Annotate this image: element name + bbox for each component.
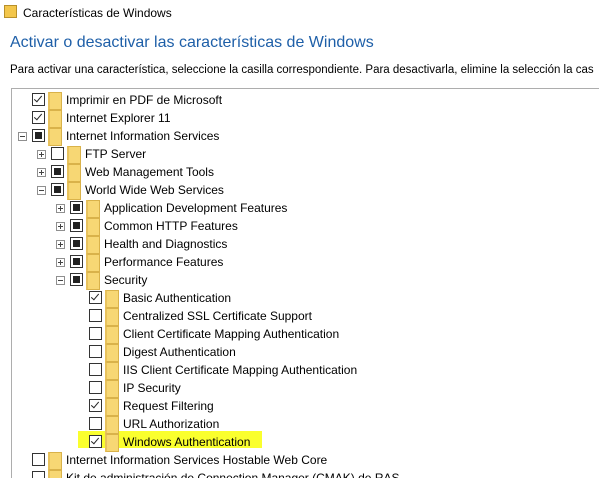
tree-item-label: Windows Authentication bbox=[123, 435, 251, 449]
tree-item[interactable]: FTP Server bbox=[12, 145, 599, 164]
expand-icon[interactable] bbox=[56, 222, 65, 231]
tree-item-label: Internet Explorer 11 bbox=[66, 111, 171, 125]
page-heading: Activar o desactivar las características… bbox=[10, 34, 374, 51]
tree-item-label: Web Management Tools bbox=[85, 165, 214, 179]
feature-checkbox[interactable] bbox=[51, 147, 64, 160]
folder-icon bbox=[86, 218, 100, 236]
features-tree[interactable]: Imprimir en PDF de Microsoft Internet Exp… bbox=[11, 88, 599, 478]
tree-item[interactable]: Internet Explorer 11 bbox=[12, 109, 599, 128]
feature-checkbox[interactable] bbox=[89, 381, 102, 394]
tree-item[interactable]: Client Certificate Mapping Authenticatio… bbox=[12, 325, 599, 344]
feature-checkbox[interactable] bbox=[70, 201, 83, 214]
folder-icon bbox=[67, 164, 81, 182]
tree-item-label: Security bbox=[104, 273, 148, 287]
folder-icon bbox=[105, 344, 119, 362]
folder-icon bbox=[105, 380, 119, 398]
expand-icon[interactable] bbox=[56, 204, 65, 213]
tree-item-label: IIS Client Certificate Mapping Authentic… bbox=[123, 363, 358, 377]
feature-checkbox[interactable] bbox=[70, 219, 83, 232]
feature-checkbox[interactable] bbox=[70, 237, 83, 250]
folder-icon bbox=[48, 110, 62, 128]
tree-item-label: Centralized SSL Certificate Support bbox=[123, 309, 312, 323]
tree-item-label: Health and Diagnostics bbox=[104, 237, 228, 251]
feature-checkbox[interactable] bbox=[70, 273, 83, 286]
tree-item[interactable]: Internet Information Services bbox=[12, 127, 599, 146]
tree-item[interactable]: IP Security bbox=[12, 379, 599, 398]
tree-item-label: Basic Authentication bbox=[123, 291, 232, 305]
tree-item[interactable]: Internet Information Services Hostable W… bbox=[12, 451, 599, 470]
tree-item[interactable]: Web Management Tools bbox=[12, 163, 599, 182]
folder-icon bbox=[48, 452, 62, 470]
tree-item-label: Performance Features bbox=[104, 255, 224, 269]
tree-item-label: FTP Server bbox=[85, 147, 147, 161]
tree-item[interactable]: World Wide Web Services bbox=[12, 181, 599, 200]
feature-checkbox[interactable] bbox=[89, 327, 102, 340]
feature-checkbox[interactable] bbox=[89, 345, 102, 358]
collapse-icon[interactable] bbox=[37, 186, 46, 195]
expand-icon[interactable] bbox=[56, 240, 65, 249]
feature-checkbox[interactable] bbox=[51, 183, 64, 196]
tree-item[interactable]: Common HTTP Features bbox=[12, 217, 599, 236]
expand-icon[interactable] bbox=[56, 258, 65, 267]
feature-checkbox[interactable] bbox=[32, 111, 45, 124]
tree-item-label: Request Filtering bbox=[123, 399, 214, 413]
expand-icon[interactable] bbox=[37, 150, 46, 159]
feature-checkbox[interactable] bbox=[89, 291, 102, 304]
tree-item-label: IP Security bbox=[123, 381, 181, 395]
tree-item[interactable]: IIS Client Certificate Mapping Authentic… bbox=[12, 361, 599, 380]
folder-icon bbox=[86, 272, 100, 290]
window-title: Características de Windows bbox=[23, 6, 172, 20]
folder-icon bbox=[48, 128, 62, 146]
feature-checkbox[interactable] bbox=[89, 435, 102, 448]
tree-item[interactable]: Application Development Features bbox=[12, 199, 599, 218]
folder-icon bbox=[105, 290, 119, 308]
tree-item-label: Digest Authentication bbox=[123, 345, 236, 359]
collapse-icon[interactable] bbox=[56, 276, 65, 285]
tree-item[interactable]: Basic Authentication bbox=[12, 289, 599, 308]
instructions-text: Para activar una característica, selecci… bbox=[10, 64, 594, 76]
folder-icon bbox=[105, 398, 119, 416]
feature-checkbox[interactable] bbox=[89, 417, 102, 430]
feature-checkbox[interactable] bbox=[32, 93, 45, 106]
folder-icon bbox=[67, 182, 81, 200]
tree-item[interactable]: Windows Authentication bbox=[12, 433, 599, 452]
tree-item[interactable]: Centralized SSL Certificate Support bbox=[12, 307, 599, 326]
tree-item[interactable]: Security bbox=[12, 271, 599, 290]
tree-item-label: Internet Information Services bbox=[66, 129, 220, 143]
tree-item-label: Client Certificate Mapping Authenticatio… bbox=[123, 327, 340, 341]
collapse-icon[interactable] bbox=[18, 132, 27, 141]
folder-icon bbox=[105, 326, 119, 344]
window-features-icon bbox=[4, 5, 17, 18]
folder-icon bbox=[105, 362, 119, 380]
feature-checkbox[interactable] bbox=[89, 309, 102, 322]
title-bar: Características de Windows bbox=[0, 0, 599, 26]
feature-checkbox[interactable] bbox=[32, 129, 45, 142]
folder-icon bbox=[105, 416, 119, 434]
feature-checkbox[interactable] bbox=[89, 363, 102, 376]
folder-icon bbox=[105, 308, 119, 326]
tree-item-label: Internet Information Services Hostable W… bbox=[66, 453, 328, 467]
tree-item-label: Imprimir en PDF de Microsoft bbox=[66, 93, 223, 107]
folder-icon bbox=[105, 434, 119, 452]
tree-item-label: URL Authorization bbox=[123, 417, 220, 431]
tree-item-label: World Wide Web Services bbox=[85, 183, 224, 197]
feature-checkbox[interactable] bbox=[51, 165, 64, 178]
tree-item[interactable]: Request Filtering bbox=[12, 397, 599, 416]
feature-checkbox[interactable] bbox=[70, 255, 83, 268]
tree-item[interactable]: Health and Diagnostics bbox=[12, 235, 599, 254]
tree-item[interactable]: URL Authorization bbox=[12, 415, 599, 434]
folder-icon bbox=[67, 146, 81, 164]
folder-icon bbox=[86, 254, 100, 272]
tree-item[interactable]: Digest Authentication bbox=[12, 343, 599, 362]
feature-checkbox[interactable] bbox=[89, 399, 102, 412]
expand-icon[interactable] bbox=[37, 168, 46, 177]
tree-item-label: Application Development Features bbox=[104, 201, 288, 215]
feature-checkbox[interactable] bbox=[32, 453, 45, 466]
folder-icon bbox=[86, 200, 100, 218]
tree-item[interactable]: Performance Features bbox=[12, 253, 599, 272]
folder-icon bbox=[48, 92, 62, 110]
folder-icon bbox=[86, 236, 100, 254]
tree-item-label: Common HTTP Features bbox=[104, 219, 238, 233]
tree-item[interactable]: Imprimir en PDF de Microsoft bbox=[12, 91, 599, 110]
